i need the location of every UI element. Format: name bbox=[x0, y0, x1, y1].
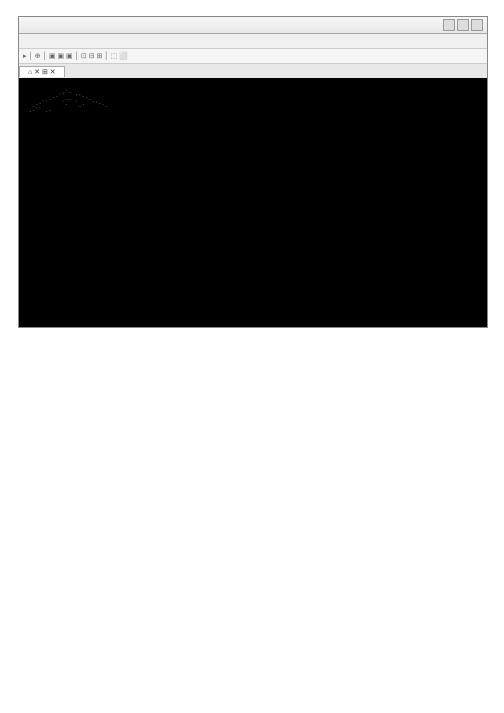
tab-bar: ⌂ ✕ ⊞ ✕ bbox=[19, 64, 487, 78]
close-icon[interactable] bbox=[471, 19, 483, 31]
redis-ascii-logo: _._ _.-``__ ''-._ _.-`` `. `_. ''-._ .-`… bbox=[22, 87, 108, 114]
window-titlebar bbox=[19, 17, 487, 34]
terminal-output: _._ _.-``__ ''-._ _.-`` `. `_. ''-._ .-`… bbox=[19, 78, 487, 328]
toolbar[interactable]: ▸ │ ⊕ │ ▣ ▣ ▣ │ ⊡ ⊟ ⊞ │ ⬚ ⬜ bbox=[19, 49, 487, 64]
vm-tab[interactable]: ⌂ ✕ ⊞ ✕ bbox=[19, 66, 65, 77]
vmware-screenshot: ▸ │ ⊕ │ ▣ ▣ ▣ │ ⊡ ⊟ ⊞ │ ⬚ ⬜ ⌂ ✕ ⊞ ✕ _._ … bbox=[18, 16, 488, 328]
minimize-icon[interactable] bbox=[443, 19, 455, 31]
menu-bar[interactable] bbox=[19, 34, 487, 49]
maximize-icon[interactable] bbox=[457, 19, 469, 31]
